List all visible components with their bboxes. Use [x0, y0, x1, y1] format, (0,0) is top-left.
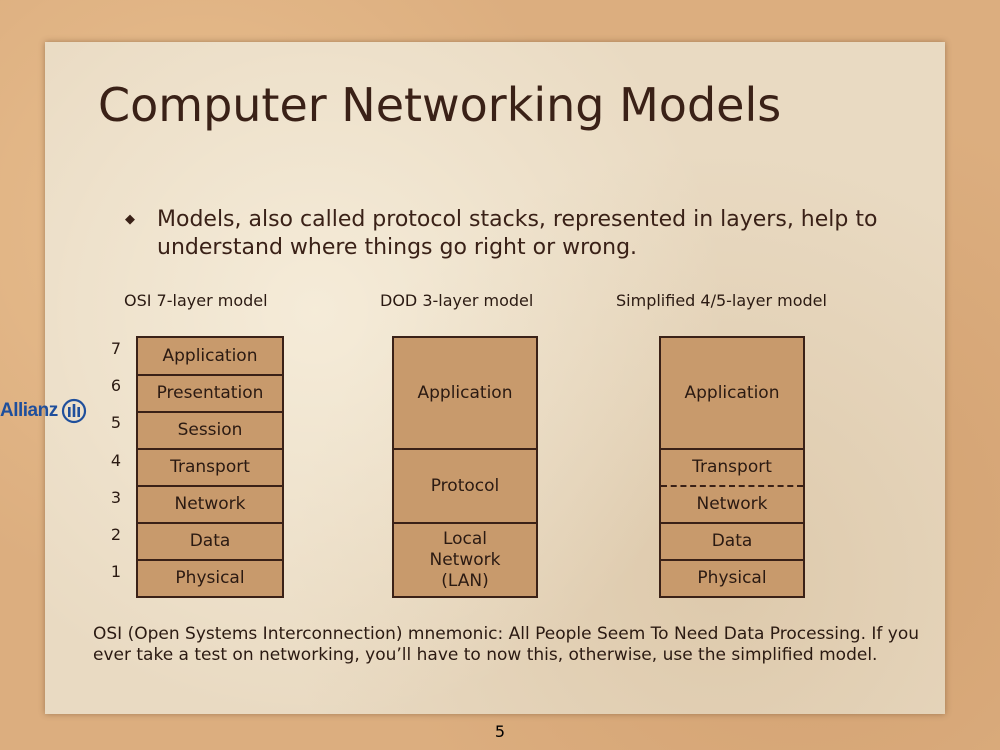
allianz-eagle-icon [61, 398, 86, 424]
diamond-bullet-icon: ◆ [125, 212, 135, 227]
dod-layer-protocol: Protocol [430, 475, 500, 496]
simplified-layer-transport: Transport [692, 457, 772, 477]
allianz-logo-text: Allianz [0, 400, 58, 421]
layer-number-5: 5 [110, 413, 122, 432]
osi-layer-transport: Transport [170, 457, 250, 477]
bullet-text: Models, also called protocol stacks, rep… [157, 207, 878, 260]
layer-number-3: 3 [110, 488, 122, 507]
mnemonic-note: OSI (Open Systems Interconnection) mnemo… [93, 624, 920, 665]
slide-title: Computer Networking Models [98, 78, 782, 132]
layer-number-1: 1 [110, 562, 122, 581]
layer-number-7: 7 [110, 339, 122, 358]
osi-layer-presentation: Presentation [156, 383, 264, 403]
page-number: 5 [494, 722, 506, 741]
simplified-layer-network: Network [696, 494, 768, 514]
allianz-logo: Allianz [0, 398, 87, 424]
osi-layer-application: Application [162, 346, 258, 366]
simplified-layer-data: Data [711, 531, 753, 551]
layer-number-4: 4 [110, 451, 122, 470]
layer-number-2: 2 [110, 525, 122, 544]
simplified-layer-application: Application [684, 383, 780, 403]
osi-layer-data: Data [189, 531, 231, 551]
simplified-layer-physical: Physical [697, 568, 767, 588]
osi-layer-physical: Physical [175, 568, 245, 588]
dod-stack: Application Protocol Local Network (LAN) [392, 336, 538, 598]
simplified-stack: Application Transport Network Data Physi… [659, 336, 805, 598]
layer-number-6: 6 [110, 376, 122, 395]
dod-layer-application: Application [417, 383, 513, 403]
dod-layer-lan: Local Network (LAN) [429, 528, 501, 591]
dod-model-title: DOD 3-layer model [380, 291, 534, 310]
osi-model-title: OSI 7-layer model [124, 291, 268, 310]
osi-layer-session: Session [177, 420, 243, 440]
osi-layer-network: Network [174, 494, 246, 514]
osi-stack: Application Presentation Session Transpo… [136, 336, 284, 598]
simplified-model-title: Simplified 4/5-layer model [616, 291, 827, 310]
